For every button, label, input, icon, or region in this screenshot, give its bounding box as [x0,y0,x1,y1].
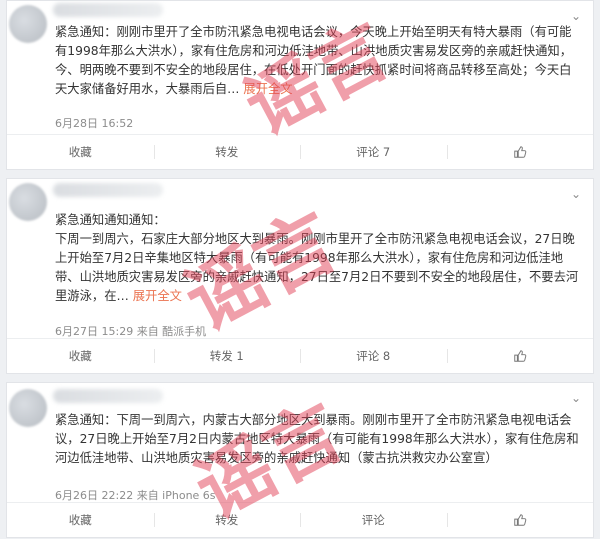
comment-label: 评论 [361,513,385,527]
favorite-label: 收藏 [68,145,92,159]
action-bar: 收藏 转发 评论 7 [7,134,593,169]
post-text: 紧急通知通知通知： 下周一到周六，石家庄大部分地区大到暴雨。刚刚市里开了全市防汛… [55,211,579,306]
like-button[interactable] [446,503,594,537]
action-bar: 收藏 转发 1 评论 8 [7,338,593,373]
favorite-button[interactable]: 收藏 [7,135,154,169]
like-button[interactable] [446,135,594,169]
favorite-button[interactable]: 收藏 [7,339,154,373]
repost-label: 转发 [215,513,239,527]
thumbs-up-icon [514,514,527,526]
comment-label: 评论 8 [356,349,391,363]
avatar[interactable] [9,389,47,427]
post-card: ⌄ 紧急通知通知通知： 下周一到周六，石家庄大部分地区大到暴雨。刚刚市里开了全市… [6,178,594,374]
favorite-label: 收藏 [68,349,92,363]
post-card: ⌄ 紧急通知：刚刚市里开了全市防汛紧急电视电话会议，今天晚上开始至明天有特大暴雨… [6,0,594,170]
repost-button[interactable]: 转发 1 [153,339,301,373]
action-bar: 收藏 转发 评论 [7,502,593,537]
repost-label: 转发 [215,145,239,159]
repost-button[interactable]: 转发 [153,135,301,169]
comment-button[interactable]: 评论 [300,503,447,537]
post-timestamp[interactable]: 6月27日 15:29 来自 酷派手机 [55,323,206,339]
favorite-label: 收藏 [68,513,92,527]
post-header: 紧急通知通知通知： [55,213,166,227]
chevron-down-icon[interactable]: ⌄ [567,9,585,23]
comment-button[interactable]: 评论 7 [300,135,447,169]
comment-button[interactable]: 评论 8 [300,339,447,373]
username[interactable] [53,3,163,17]
post-text: 紧急通知：刚刚市里开了全市防汛紧急电视电话会议，今天晚上开始至明天有特大暴雨（有… [55,23,579,99]
username[interactable] [53,389,163,403]
thumbs-up-icon [514,146,527,158]
avatar[interactable] [9,5,47,43]
post-timestamp[interactable]: 6月26日 22:22 来自 iPhone 6s [55,487,216,503]
post-text: 紧急通知：下周一到周六，内蒙古大部分地区大到暴雨。刚刚市里开了全市防汛紧急电视电… [55,411,579,468]
favorite-button[interactable]: 收藏 [7,503,154,537]
expand-link[interactable]: 展开全文 [243,82,292,96]
avatar[interactable] [9,183,47,221]
repost-label: 转发 1 [209,349,244,363]
post-body: 紧急通知：下周一到周六，内蒙古大部分地区大到暴雨。刚刚市里开了全市防汛紧急电视电… [55,413,579,465]
post-timestamp[interactable]: 6月28日 16:52 [55,115,133,131]
chevron-down-icon[interactable]: ⌄ [567,187,585,201]
username[interactable] [53,183,163,197]
chevron-down-icon[interactable]: ⌄ [567,391,585,405]
expand-link[interactable]: 展开全文 [133,289,182,303]
post-body: 紧急通知：刚刚市里开了全市防汛紧急电视电话会议，今天晚上开始至明天有特大暴雨（有… [55,25,573,96]
comment-label: 评论 7 [356,145,391,159]
thumbs-up-icon [514,350,527,362]
like-button[interactable] [446,339,594,373]
post-card: ⌄ 紧急通知：下周一到周六，内蒙古大部分地区大到暴雨。刚刚市里开了全市防汛紧急电… [6,382,594,538]
repost-button[interactable]: 转发 [153,503,301,537]
